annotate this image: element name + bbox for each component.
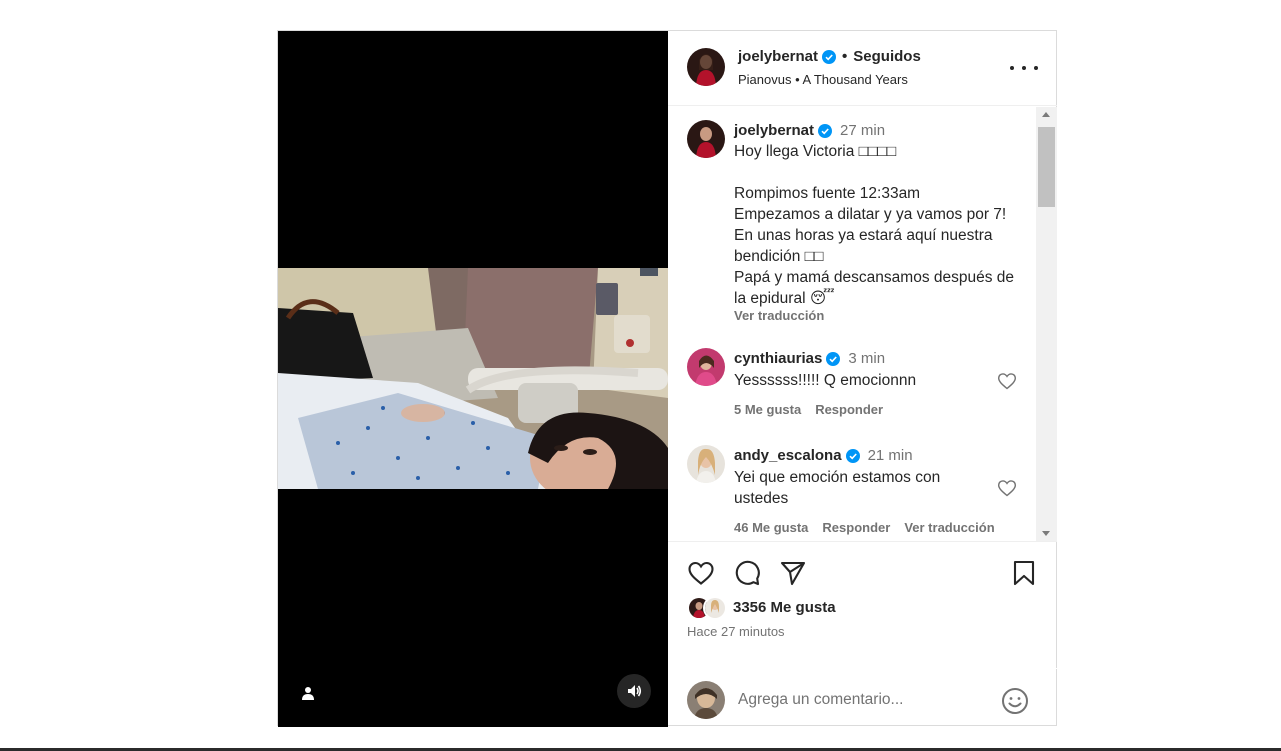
more-horizontal-icon bbox=[1010, 66, 1014, 70]
header-separator: • bbox=[842, 48, 848, 65]
heart-icon[interactable] bbox=[687, 559, 715, 587]
comment-meta: 5 Me gusta Responder bbox=[734, 402, 883, 417]
comment-time[interactable]: 21 min bbox=[868, 447, 913, 464]
comment-text: Yessssss!!!!! Q emocionnn bbox=[734, 372, 917, 389]
emoji-icon[interactable] bbox=[1001, 687, 1029, 715]
post-media[interactable] bbox=[278, 31, 668, 727]
comment-reply-button[interactable]: Responder bbox=[822, 520, 890, 535]
comment-translate-link[interactable]: Ver traducción bbox=[904, 520, 994, 535]
caption-time[interactable]: 27 min bbox=[840, 122, 885, 139]
post-actions: 3356 Me gusta Hace 27 minutos bbox=[668, 541, 1057, 727]
post-timestamp[interactable]: Hace 27 minutos bbox=[687, 624, 785, 639]
comment-text: Yei que emoción estamos con ustedes bbox=[734, 469, 941, 507]
user-tag-icon bbox=[302, 687, 314, 700]
scroll-up-arrow-icon[interactable] bbox=[1042, 112, 1050, 117]
scroll-thumb[interactable] bbox=[1038, 127, 1055, 207]
likers-avatars[interactable] bbox=[687, 596, 731, 620]
comment-icon[interactable] bbox=[733, 559, 761, 587]
caption-text: Hoy llega Victoria □□□□ Rompimos fuente … bbox=[734, 143, 1015, 307]
author-avatar[interactable] bbox=[687, 48, 725, 86]
post-header: joelybernat • Seguidos Pianovus • A Thou… bbox=[668, 31, 1057, 106]
comment-username[interactable]: cynthiaurias bbox=[734, 350, 822, 367]
post-side-panel: joelybernat • Seguidos Pianovus • A Thou… bbox=[668, 31, 1057, 727]
comment-meta: 46 Me gusta Responder Ver traducción bbox=[734, 520, 995, 535]
likes-count[interactable]: 3356 Me gusta bbox=[733, 599, 836, 616]
caption-author: joelybernat 27 min bbox=[734, 122, 885, 139]
comment-author: cynthiaurias 3 min bbox=[734, 350, 885, 367]
comment-reply-button[interactable]: Responder bbox=[815, 402, 883, 417]
following-button[interactable]: Seguidos bbox=[853, 48, 921, 65]
scroll-down-arrow-icon[interactable] bbox=[1042, 531, 1050, 536]
comment-like-heart-icon[interactable] bbox=[997, 371, 1017, 391]
comment-avatar[interactable] bbox=[687, 445, 725, 483]
more-options-button[interactable] bbox=[1010, 61, 1038, 75]
post-video-frame bbox=[278, 268, 668, 489]
comment-like-heart-icon[interactable] bbox=[997, 478, 1017, 498]
comment-avatar[interactable] bbox=[687, 348, 725, 386]
comment-author: andy_escalona 21 min bbox=[734, 447, 913, 464]
volume-icon bbox=[628, 685, 642, 697]
author-line: joelybernat • Seguidos bbox=[738, 48, 921, 65]
comment-username[interactable]: andy_escalona bbox=[734, 447, 842, 464]
user-tag-button[interactable] bbox=[296, 681, 320, 705]
verified-badge-icon bbox=[818, 123, 833, 138]
bookmark-icon[interactable] bbox=[1010, 559, 1038, 587]
share-icon[interactable] bbox=[779, 559, 807, 587]
verified-badge-icon bbox=[822, 49, 837, 64]
verified-badge-icon bbox=[826, 351, 841, 366]
comments-list[interactable]: joelybernat 27 min Hoy llega Victoria □□… bbox=[668, 107, 1057, 541]
comment-likes[interactable]: 5 Me gusta bbox=[734, 402, 801, 417]
post-dialog: joelybernat • Seguidos Pianovus • A Thou… bbox=[277, 30, 1057, 727]
current-user-avatar bbox=[687, 681, 725, 719]
comment-likes[interactable]: 46 Me gusta bbox=[734, 520, 808, 535]
caption-translate-link[interactable]: Ver traducción bbox=[734, 308, 824, 323]
comment-time[interactable]: 3 min bbox=[848, 350, 885, 367]
author-username[interactable]: joelybernat bbox=[738, 48, 818, 65]
liker-avatar bbox=[703, 596, 727, 620]
verified-badge-icon bbox=[845, 448, 860, 463]
add-comment-input[interactable] bbox=[738, 688, 988, 712]
caption-username[interactable]: joelybernat bbox=[734, 122, 814, 139]
caption-avatar[interactable] bbox=[687, 120, 725, 158]
comments-scrollbar[interactable] bbox=[1036, 107, 1057, 541]
add-comment-row bbox=[668, 668, 1057, 728]
audio-link[interactable]: Pianovus • A Thousand Years bbox=[738, 72, 908, 87]
volume-button[interactable] bbox=[617, 674, 651, 708]
